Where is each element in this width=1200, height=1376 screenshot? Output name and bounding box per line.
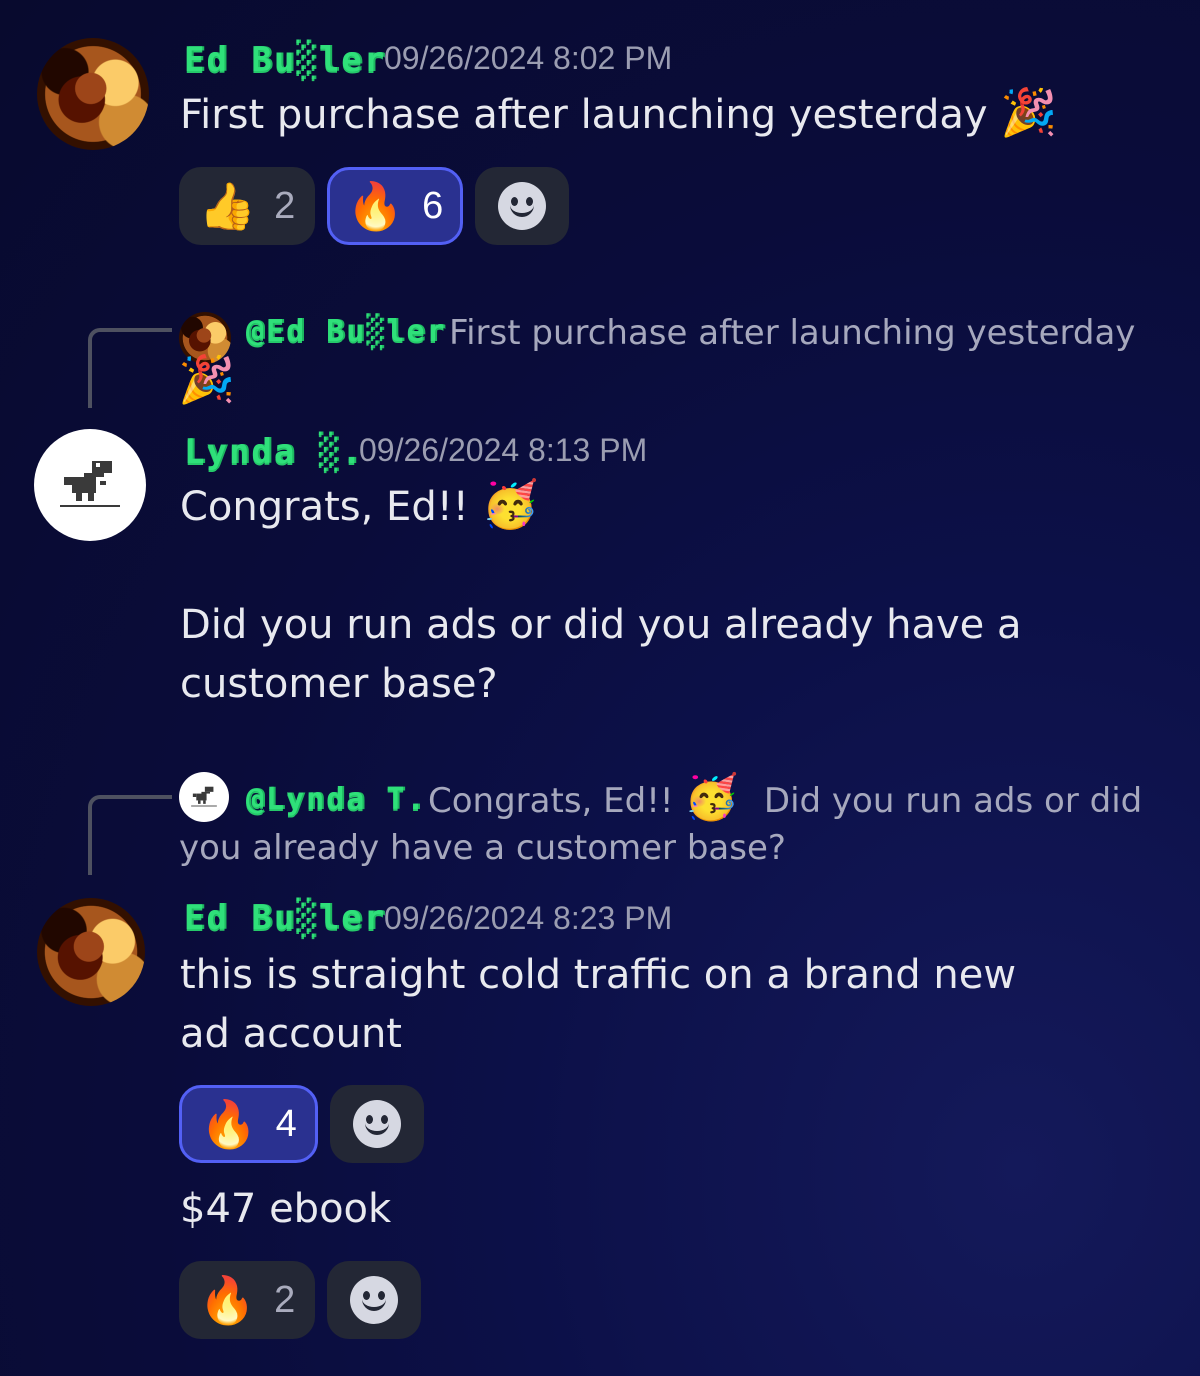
username-ed[interactable]: Ed Bu░ler: [184, 40, 386, 80]
message-timestamp: 09/26/2024 8:02 PM: [384, 40, 673, 76]
reply-preview-text[interactable]: Congrats, Ed!! 🥳 Did you run ads or did: [428, 776, 1142, 825]
thumbs-up-icon: 👍: [198, 180, 257, 232]
party-popper-icon: 🎉: [178, 352, 236, 406]
message-text-continued: Did you run ads or did you already have …: [180, 602, 1022, 707]
fire-icon: 🔥: [198, 1274, 257, 1326]
add-reaction-button[interactable]: [330, 1085, 424, 1163]
reply-preview-text-continued[interactable]: you already have a customer base?: [179, 824, 786, 872]
reaction-count: 2: [274, 184, 296, 227]
reaction-fire[interactable]: 🔥 2: [179, 1261, 315, 1339]
avatar-lynda[interactable]: [34, 429, 146, 541]
reaction-thumbs-up[interactable]: 👍 2: [179, 167, 315, 245]
smiley-icon: [353, 1100, 401, 1148]
dino-icon: [60, 461, 120, 507]
reply-preview-text[interactable]: First purchase after launching yesterday: [449, 309, 1135, 357]
partying-face-icon: 🥳: [684, 772, 740, 823]
reply-avatar-lynda: [179, 772, 229, 822]
reaction-fire[interactable]: 🔥 4: [179, 1085, 318, 1163]
smiley-icon: [498, 182, 546, 230]
avatar-ed[interactable]: [37, 38, 149, 150]
reply-preview-part: Congrats, Ed!!: [428, 781, 674, 821]
message-text-followup: $47 ebook: [180, 1186, 392, 1232]
add-reaction-button[interactable]: [475, 167, 569, 245]
add-reaction-button[interactable]: [327, 1261, 421, 1339]
reaction-count: 6: [422, 184, 444, 227]
message-text: this is straight cold traffic on a brand…: [180, 952, 1017, 1057]
reaction-fire[interactable]: 🔥 6: [327, 167, 463, 245]
fire-icon: 🔥: [346, 180, 405, 232]
party-popper-icon: 🎉: [1000, 85, 1058, 139]
username-ed[interactable]: Ed Bu░ler: [184, 898, 386, 938]
message-text-body: Congrats, Ed!!: [180, 484, 469, 530]
reply-username[interactable]: @Ed Bu░ler: [246, 314, 447, 349]
reply-connector: [88, 795, 172, 875]
reply-username[interactable]: @Lynda T.: [246, 782, 427, 817]
message-text: First purchase after launching yesterday…: [180, 86, 1058, 145]
reply-preview-part: Did you run ads or did: [763, 781, 1143, 821]
username-lynda[interactable]: Lynda ░.: [184, 432, 364, 472]
reaction-count: 2: [274, 1278, 296, 1321]
message-text-body: First purchase after launching yesterday: [180, 92, 988, 138]
message-text: Congrats, Ed!! 🥳: [180, 478, 539, 537]
message-timestamp: 09/26/2024 8:23 PM: [384, 900, 673, 936]
message-timestamp: 09/26/2024 8:13 PM: [359, 432, 648, 468]
dino-icon: [191, 786, 217, 807]
fire-icon: 🔥: [200, 1098, 258, 1150]
smiley-icon: [350, 1276, 398, 1324]
partying-face-icon: 🥳: [481, 477, 539, 531]
reaction-count: 4: [275, 1102, 297, 1145]
avatar-ed[interactable]: [37, 898, 145, 1006]
reply-connector: [88, 328, 172, 408]
